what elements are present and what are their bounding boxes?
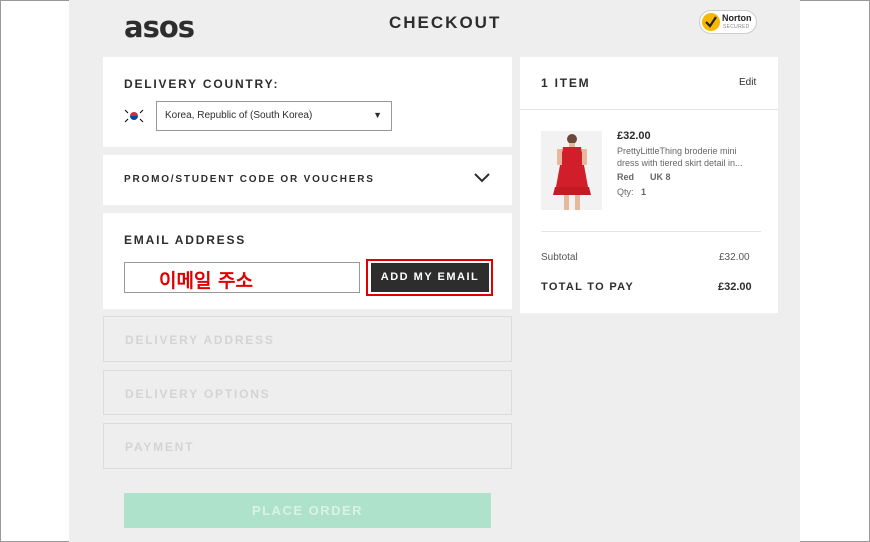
subtotal-label: Subtotal [541, 252, 578, 263]
item-color: Red [617, 172, 635, 182]
email-input-value: 이메일 주소 [159, 270, 254, 292]
page-title: CHECKOUT [389, 13, 502, 32]
items-count: 1 ITEM [541, 76, 591, 90]
delivery-address-label: DELIVERY ADDRESS [125, 333, 275, 347]
delivery-address-section: DELIVERY ADDRESS [103, 316, 512, 362]
item-qty: 1 [641, 187, 647, 197]
country-select-value: Korea, Republic of (South Korea) [165, 110, 313, 121]
divider [541, 231, 761, 232]
divider [520, 109, 778, 110]
total-value: £32.00 [718, 281, 752, 293]
edit-link[interactable]: Edit [739, 77, 756, 88]
korea-flag-icon [124, 108, 144, 124]
payment-section: PAYMENT [103, 423, 512, 469]
norton-title: Norton [722, 13, 752, 23]
subtotal-value: £32.00 [719, 252, 750, 263]
payment-label: PAYMENT [125, 440, 195, 454]
item-size: UK 8 [650, 172, 671, 182]
item-price: £32.00 [617, 130, 651, 142]
item-qty-label: Qty: [617, 187, 634, 197]
promo-label: PROMO/STUDENT CODE OR VOUCHERS [124, 174, 375, 185]
delivery-options-section: DELIVERY OPTIONS [103, 370, 512, 415]
chevron-down-icon: ▼ [373, 110, 382, 120]
norton-secured-badge: Norton SECURED [699, 10, 757, 34]
delivery-country-label: DELIVERY COUNTRY: [124, 77, 280, 91]
item-name[interactable]: PrettyLittleThing broderie mini dress wi… [617, 145, 757, 169]
email-input[interactable]: 이메일 주소 [124, 262, 360, 293]
delivery-options-label: DELIVERY OPTIONS [125, 387, 271, 401]
total-label: TOTAL TO PAY [541, 281, 635, 293]
place-order-button[interactable]: PLACE ORDER [124, 493, 491, 528]
asos-logo[interactable]: asos [124, 10, 195, 44]
email-label: EMAIL ADDRESS [124, 233, 247, 247]
checkmark-icon [702, 13, 720, 31]
product-thumbnail[interactable] [541, 131, 602, 210]
add-email-button[interactable]: ADD MY EMAIL [371, 263, 489, 292]
country-select[interactable]: Korea, Republic of (South Korea) ▼ [156, 101, 392, 131]
chevron-down-icon[interactable] [473, 171, 491, 189]
norton-subtitle: SECURED [723, 24, 750, 30]
